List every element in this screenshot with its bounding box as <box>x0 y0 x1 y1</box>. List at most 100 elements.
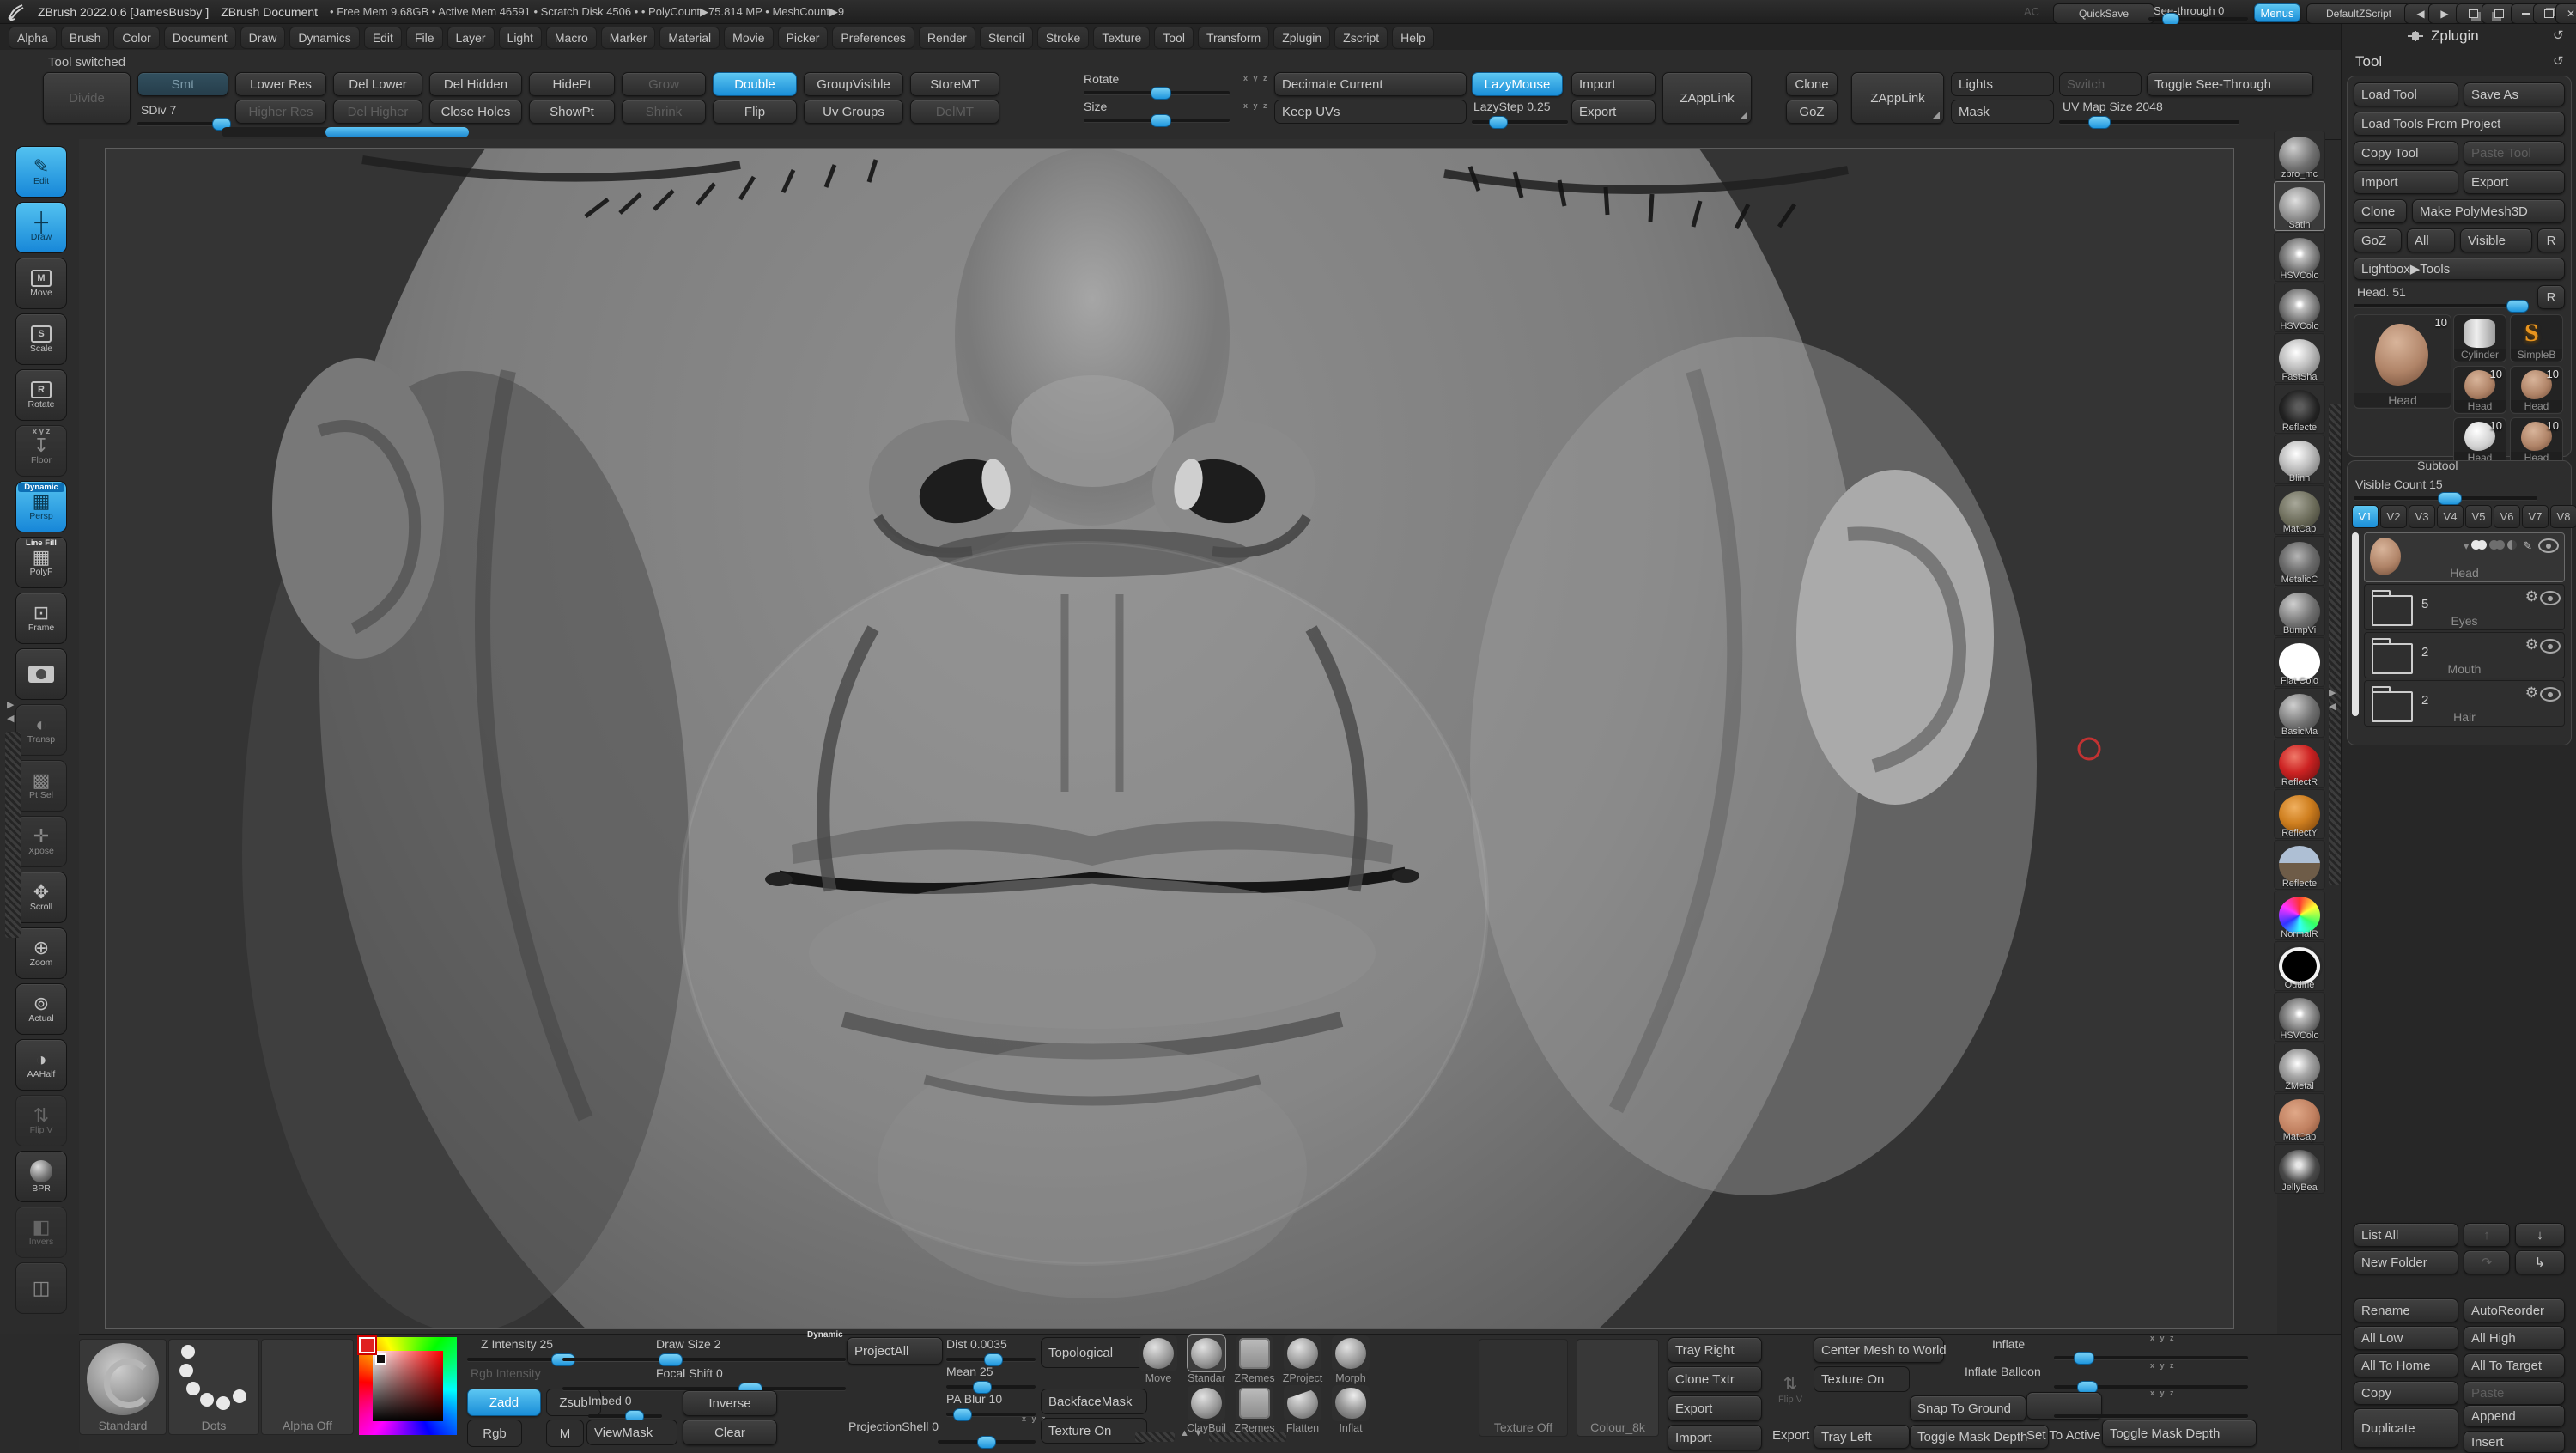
see-through-slider[interactable] <box>2148 17 2248 21</box>
draw-size-thumb[interactable] <box>659 1353 683 1366</box>
divide-button[interactable]: Divide <box>43 72 131 124</box>
clear-button[interactable]: Clear <box>683 1420 777 1445</box>
make-polymesh3d-button[interactable]: Make PolyMesh3D <box>2412 199 2565 223</box>
viewmask-button[interactable]: ViewMask <box>586 1420 677 1445</box>
rename-button[interactable]: Rename <box>2354 1298 2458 1322</box>
quicksave-button[interactable]: QuickSave <box>2053 3 2154 24</box>
quick-brush-inflate[interactable]: Inflat <box>1329 1385 1372 1434</box>
toolbar-item-rotate[interactable]: R Rotate <box>15 369 67 421</box>
flatten-arrow-icon[interactable]: ▾ <box>2464 540 2469 552</box>
higher-res-button[interactable]: Higher Res <box>235 100 326 124</box>
subtool-view-tab[interactable]: V5 <box>2465 505 2492 528</box>
material-item-Outline[interactable]: Outline <box>2274 941 2325 991</box>
goz-visible-button[interactable]: Visible <box>2460 228 2532 252</box>
inflate-thumb[interactable] <box>2074 1352 2094 1365</box>
tray-right-button[interactable]: Tray Right <box>1668 1337 1762 1363</box>
decimate-current-button[interactable]: Decimate Current <box>1274 72 1467 96</box>
quick-brush-standard[interactable]: Standar <box>1185 1335 1228 1384</box>
subtool-folder-eyes[interactable]: 5 ⚙ Eyes <box>2364 584 2565 630</box>
move-into-folder-button[interactable]: ↳ <box>2515 1250 2565 1274</box>
keep-uvs-button[interactable]: Keep UVs <box>1274 100 1467 124</box>
subtool-view-tab[interactable]: V7 <box>2522 505 2549 528</box>
export-button[interactable]: Export <box>1571 100 1656 124</box>
material-item-MatCap[interactable]: MatCap <box>2274 1093 2325 1143</box>
inflate-slider[interactable] <box>2054 1356 2248 1359</box>
menu-item[interactable]: Preferences <box>832 27 914 49</box>
current-stroke-thumb[interactable]: Dots <box>168 1339 259 1435</box>
material-item-Reflecte[interactable]: Reflecte <box>2274 384 2325 434</box>
menu-item[interactable]: Draw <box>240 27 286 49</box>
menu-item[interactable]: Zscript <box>1334 27 1388 49</box>
tool-export-button[interactable]: Export <box>2464 170 2565 194</box>
color-picker[interactable] <box>359 1337 457 1435</box>
flip-v-ghost[interactable]: ⇅Flip V <box>1772 1373 1808 1413</box>
tool-thumb-simpleb[interactable]: S SimpleB <box>2510 314 2563 362</box>
subtool-view-tab[interactable]: V3 <box>2409 505 2435 528</box>
imbed-slider[interactable] <box>588 1414 662 1418</box>
material-item-Flat Colo[interactable]: Flat Colo <box>2274 637 2325 687</box>
material-item-Blinn[interactable]: Blinn <box>2274 435 2325 484</box>
current-alpha-thumb[interactable]: Alpha Off <box>261 1339 354 1435</box>
menu-item[interactable]: Layer <box>447 27 495 49</box>
import-button[interactable]: Import <box>1571 72 1656 96</box>
toolbar-item-move[interactable]: M Move <box>15 258 67 309</box>
toolbar-item-persp[interactable]: Dynamic ▦ Persp <box>15 481 67 532</box>
all-low-button[interactable]: All Low <box>2354 1326 2458 1350</box>
texture-export-button[interactable]: Export <box>1668 1395 1762 1421</box>
head-visibility-eye-icon[interactable] <box>2538 538 2559 553</box>
clone-button[interactable]: Clone <box>1786 72 1838 96</box>
menu-item[interactable]: Color <box>113 27 159 49</box>
goz-button[interactable]: GoZ <box>1786 100 1838 124</box>
menu-item[interactable]: Light <box>499 27 542 49</box>
storemt-button[interactable]: StoreMT <box>910 72 999 96</box>
tray-left-button[interactable]: Tray Left <box>1814 1425 1910 1449</box>
copy-tool-button[interactable]: Copy Tool <box>2354 141 2458 165</box>
menus-toggle[interactable]: Menus <box>2254 3 2300 22</box>
quick-brush-morph[interactable]: Morph <box>1329 1335 1372 1384</box>
sdiv-slider[interactable] <box>137 122 228 125</box>
tool-r-button[interactable]: R <box>2537 285 2565 309</box>
toolbar-item-scroll[interactable]: ✥ Scroll <box>15 872 67 923</box>
tool-import-button[interactable]: Import <box>2354 170 2458 194</box>
zplugin-palette-header[interactable]: Zplugin <box>2407 27 2479 45</box>
tool-thumb-head-c[interactable]: 10 Head <box>2510 417 2563 465</box>
bottom-divider-hatch[interactable] <box>1135 1432 1175 1442</box>
visible-count-slider[interactable] <box>2354 496 2537 500</box>
tool-thumb-head-b[interactable]: 10 Head <box>2510 366 2563 414</box>
shrink-button[interactable]: Shrink <box>622 100 706 124</box>
tool-goz-button[interactable]: GoZ <box>2354 228 2402 252</box>
snap-to-ground-button[interactable]: Snap To Ground <box>1910 1395 2026 1421</box>
tool-name-slider[interactable] <box>2354 304 2527 307</box>
menu-item[interactable]: Macro <box>546 27 597 49</box>
copy-subtool-button[interactable]: Copy <box>2354 1381 2458 1405</box>
all-high-button[interactable]: All High <box>2464 1326 2565 1350</box>
topological-button[interactable]: Topological <box>1041 1337 1147 1368</box>
current-brush-thumb[interactable]: Standard <box>79 1339 167 1435</box>
material-item-zbro_mc[interactable]: zbro_mc <box>2274 131 2325 180</box>
goz-all-button[interactable]: All <box>2407 228 2455 252</box>
autoreorder-button[interactable]: AutoReorder <box>2464 1298 2565 1322</box>
all-to-home-button[interactable]: All To Home <box>2354 1353 2458 1377</box>
projectionshell-slider[interactable] <box>938 1440 1036 1444</box>
third-slider[interactable] <box>2054 1414 2248 1418</box>
move-up-button[interactable]: ↑ <box>2464 1223 2510 1247</box>
toolbar-item-invers[interactable]: ◧ Invers <box>15 1207 67 1258</box>
menu-item[interactable]: Tool <box>1154 27 1194 49</box>
bottom-divider-hatch2[interactable] <box>1209 1432 1286 1442</box>
quick-brush-flatten[interactable]: Flatten <box>1281 1385 1324 1434</box>
toolbar-item-polyframe[interactable]: Line Fill ▦ PolyF <box>15 537 67 588</box>
menu-item[interactable]: Zplugin <box>1273 27 1330 49</box>
menu-item[interactable]: Document <box>164 27 236 49</box>
menu-item[interactable]: Alpha <box>9 27 57 49</box>
toolbar-item-zoom[interactable]: ⊕ Zoom <box>15 927 67 979</box>
right-tray-divider[interactable] <box>2329 404 2341 885</box>
polypaint-dim-icon[interactable] <box>2493 538 2505 553</box>
lazystep-thumb[interactable] <box>1489 116 1508 129</box>
right-divider-close-icon[interactable]: ◀ <box>2329 701 2336 712</box>
toolbar-item-draw[interactable]: ┼ Draw <box>15 202 67 253</box>
menu-item[interactable]: Dynamics <box>289 27 359 49</box>
rotate-slider[interactable] <box>1084 91 1230 94</box>
material-item-ZMetal[interactable]: ZMetal <box>2274 1043 2325 1092</box>
lazystep-slider[interactable] <box>1472 120 1568 124</box>
hidept-button[interactable]: HidePt <box>529 72 615 96</box>
